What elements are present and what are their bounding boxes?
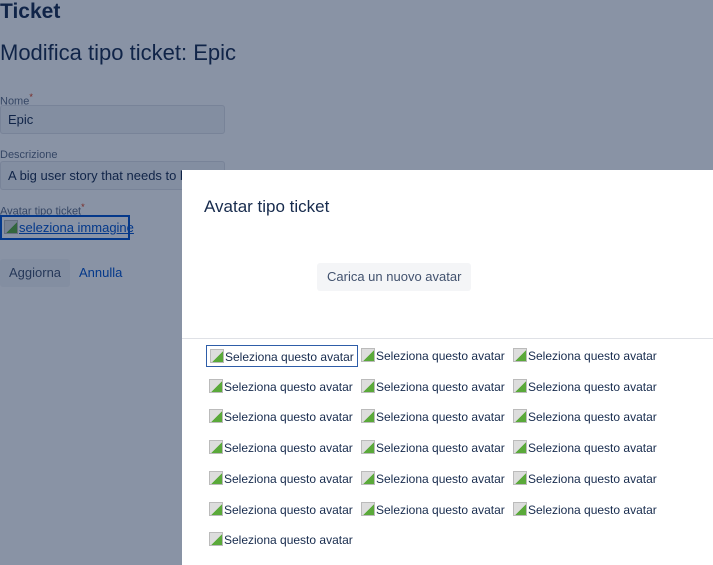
avatar-option-label: Seleziona questo avatar [528, 502, 657, 517]
broken-image-icon [361, 501, 375, 516]
avatar-option[interactable]: Seleziona questo avatar [206, 345, 358, 367]
broken-image-icon [209, 470, 223, 485]
avatar-option[interactable]: Seleziona questo avatar [358, 468, 508, 490]
broken-image-icon [361, 378, 375, 393]
avatar-option-label: Seleziona questo avatar [376, 441, 505, 456]
avatar-option[interactable]: Seleziona questo avatar [510, 437, 660, 459]
avatar-option-label: Seleziona questo avatar [376, 471, 505, 486]
avatar-option[interactable]: Seleziona questo avatar [510, 406, 660, 428]
avatar-option[interactable]: Seleziona questo avatar [206, 437, 356, 459]
avatar-option[interactable]: Seleziona questo avatar [206, 529, 356, 551]
avatar-option-label: Seleziona questo avatar [376, 349, 505, 363]
broken-image-icon [513, 409, 527, 424]
broken-image-icon [209, 440, 223, 455]
avatar-option-label: Seleziona questo avatar [528, 379, 657, 394]
avatar-option-label: Seleziona questo avatar [224, 502, 353, 517]
avatar-option-label: Seleziona questo avatar [225, 350, 354, 364]
avatar-option[interactable]: Seleziona questo avatar [206, 376, 356, 398]
broken-image-icon [361, 348, 375, 362]
avatar-option[interactable]: Seleziona questo avatar [358, 406, 508, 428]
broken-image-icon [209, 378, 223, 393]
avatar-option[interactable]: Seleziona questo avatar [206, 406, 356, 428]
broken-image-icon [513, 348, 527, 362]
avatar-option[interactable]: Seleziona questo avatar [358, 345, 508, 367]
avatar-option-label: Seleziona questo avatar [224, 410, 353, 425]
avatar-option-label: Seleziona questo avatar [224, 533, 353, 548]
avatar-option[interactable]: Seleziona questo avatar [206, 499, 356, 521]
avatar-option[interactable]: Seleziona questo avatar [206, 468, 356, 490]
avatar-option[interactable]: Seleziona questo avatar [510, 499, 660, 521]
broken-image-icon [361, 470, 375, 485]
avatar-option-label: Seleziona questo avatar [528, 410, 657, 425]
avatar-option-label: Seleziona questo avatar [376, 502, 505, 517]
broken-image-icon [361, 440, 375, 455]
avatar-dialog: Avatar tipo ticket Carica un nuovo avata… [182, 170, 713, 565]
broken-image-icon [513, 501, 527, 516]
avatar-option-label: Seleziona questo avatar [528, 349, 657, 363]
avatar-option-label: Seleziona questo avatar [528, 441, 657, 456]
avatar-option-label: Seleziona questo avatar [224, 471, 353, 486]
upload-avatar-button[interactable]: Carica un nuovo avatar [317, 263, 472, 291]
divider [182, 338, 713, 339]
broken-image-icon [513, 378, 527, 393]
avatar-option[interactable]: Seleziona questo avatar [510, 468, 660, 490]
avatar-option[interactable]: Seleziona questo avatar [358, 376, 508, 398]
broken-image-icon [361, 409, 375, 424]
broken-image-icon [209, 409, 223, 424]
dialog-title: Avatar tipo ticket [204, 197, 330, 216]
avatar-option-label: Seleziona questo avatar [376, 410, 505, 425]
avatar-option-label: Seleziona questo avatar [224, 441, 353, 456]
avatar-option[interactable]: Seleziona questo avatar [358, 499, 508, 521]
avatar-option[interactable]: Seleziona questo avatar [510, 345, 660, 367]
avatar-option[interactable]: Seleziona questo avatar [510, 376, 660, 398]
broken-image-icon [513, 440, 527, 455]
broken-image-icon [513, 470, 527, 485]
avatar-option[interactable]: Seleziona questo avatar [358, 437, 508, 459]
broken-image-icon [210, 349, 224, 363]
avatar-option-label: Seleziona questo avatar [224, 379, 353, 394]
avatar-option-label: Seleziona questo avatar [528, 471, 657, 486]
broken-image-icon [209, 501, 223, 516]
broken-image-icon [209, 532, 223, 547]
avatar-option-label: Seleziona questo avatar [376, 379, 505, 394]
